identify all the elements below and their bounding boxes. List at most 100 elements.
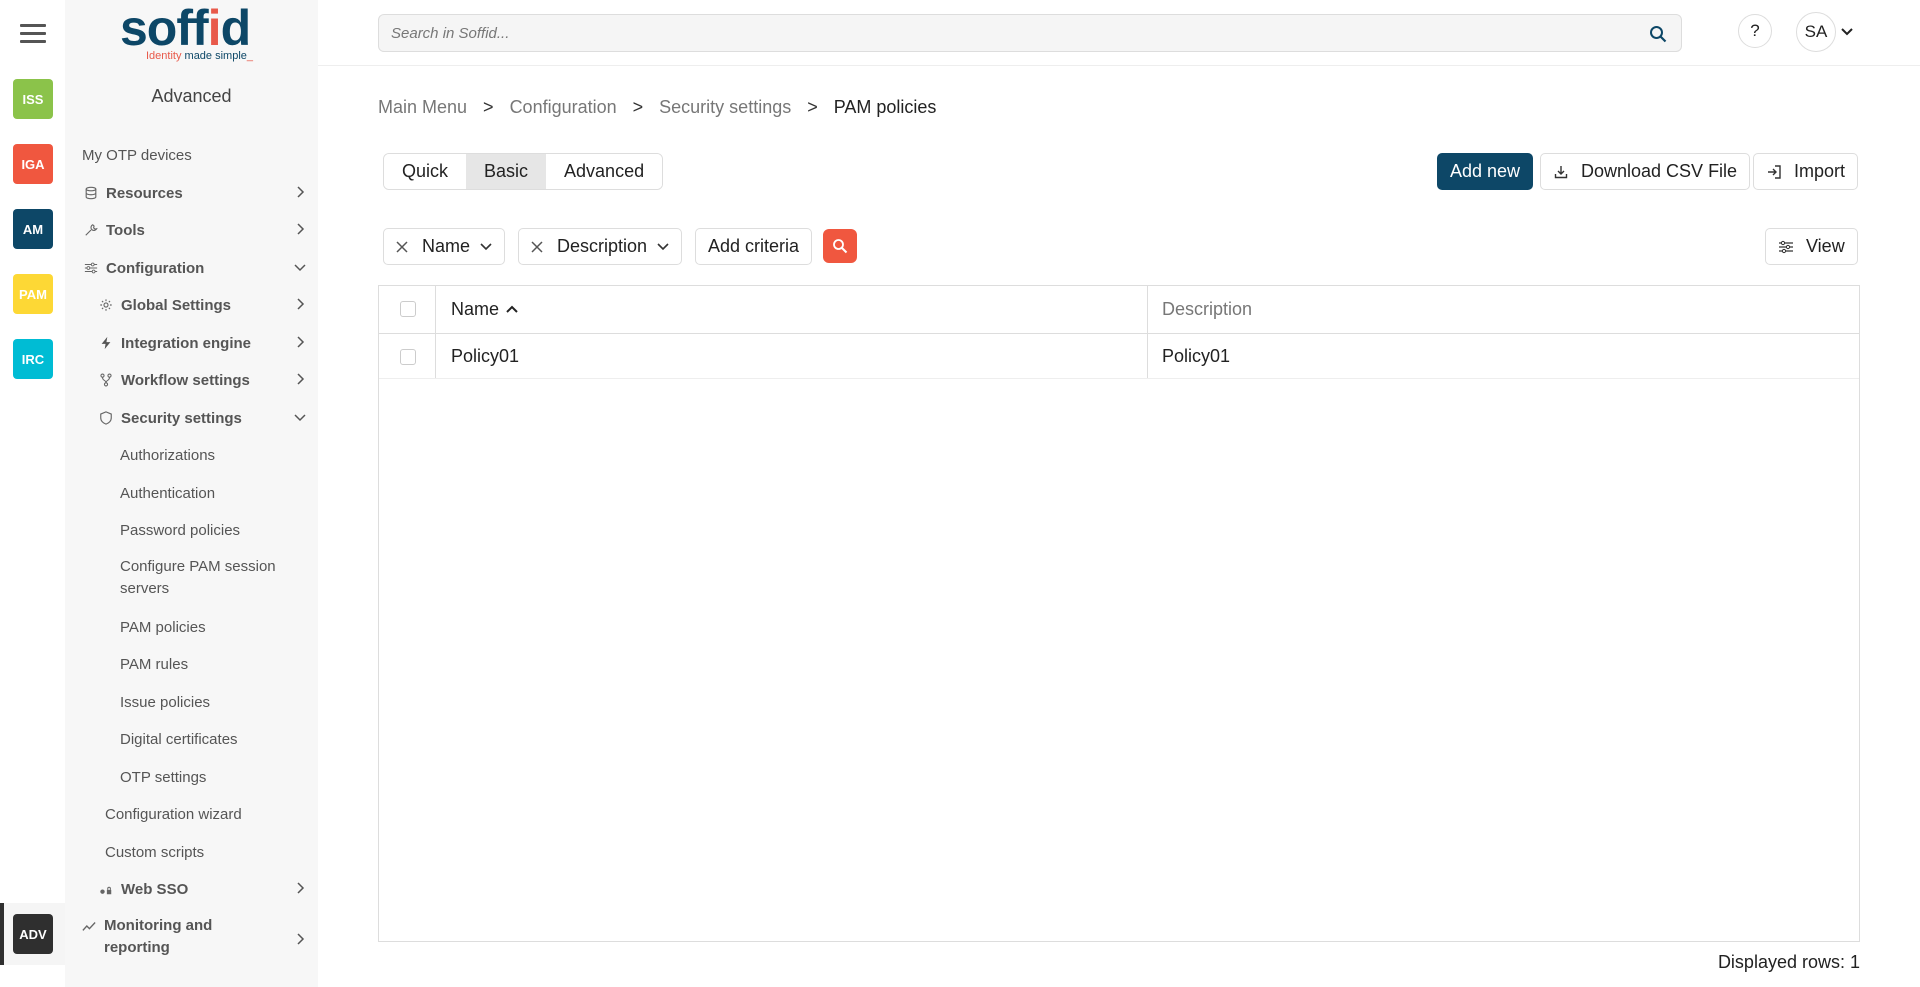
sidebar-item-label: Custom scripts — [105, 843, 205, 861]
select-all-checkbox[interactable] — [400, 301, 416, 317]
app-irc-button[interactable]: IRC — [13, 339, 53, 379]
search-mode-tabs: Quick Basic Advanced — [383, 153, 664, 190]
sidebar-item-label: Monitoring and reporting — [104, 917, 213, 956]
logo-text: soffid — [120, 0, 251, 56]
chevron-right-icon — [297, 298, 305, 310]
global-search — [378, 14, 1682, 52]
chevron-down-icon — [294, 264, 306, 272]
app-adv-button[interactable]: ADV — [13, 914, 53, 954]
row-select-cell — [400, 334, 416, 379]
sidebar-item-resources[interactable]: Resources — [65, 175, 318, 211]
sidebar-item-pam-session-servers[interactable]: Configure PAM session servers — [65, 556, 318, 604]
key-lock-icon — [100, 886, 112, 895]
close-icon[interactable] — [396, 240, 408, 253]
add-criteria-label: Add criteria — [708, 236, 800, 256]
menu-icon[interactable] — [20, 24, 46, 48]
sidebar-item-label: OTP settings — [120, 768, 207, 786]
search-icon — [833, 239, 848, 254]
sidebar-item-custom-scripts[interactable]: Custom scripts — [65, 834, 318, 870]
sidebar-item-configuration[interactable]: Configuration — [65, 250, 318, 286]
tab-quick[interactable]: Quick — [384, 154, 467, 189]
sidebar-item-label: Workflow settings — [121, 371, 250, 389]
sidebar-item-pam-rules[interactable]: PAM rules — [65, 646, 318, 682]
chevron-down-icon[interactable] — [1840, 26, 1854, 38]
sidebar-item-security-settings[interactable]: Security settings — [65, 400, 318, 436]
sidebar: soffid Identity made simple_ Advanced My… — [65, 0, 318, 987]
app-pam-button[interactable]: PAM — [13, 274, 53, 314]
sidebar-title: Advanced — [151, 86, 232, 106]
sidebar-item-label: Authorizations — [120, 446, 216, 464]
user-avatar[interactable]: SA — [1796, 12, 1836, 52]
shield-icon — [100, 411, 112, 425]
sidebar-item-label: Resources — [106, 184, 183, 202]
row-description-cell: Policy01 — [1162, 346, 1231, 366]
sidebar-item-issue-policies[interactable]: Issue policies — [65, 684, 318, 720]
download-csv-label: Download CSV File — [1581, 161, 1738, 181]
search-icon[interactable] — [1649, 25, 1667, 43]
app-iga-button[interactable]: IGA — [13, 144, 53, 184]
import-button[interactable]: Import — [1753, 153, 1859, 190]
sidebar-item-label: Tools — [106, 221, 145, 239]
sidebar-item-monitoring-reporting[interactable]: Monitoring and reporting — [65, 915, 318, 963]
help-button[interactable]: ? — [1738, 14, 1772, 48]
sidebar-item-authorizations[interactable]: Authorizations — [65, 437, 318, 473]
displayed-rows-count: Displayed rows: 1 — [1717, 952, 1860, 972]
sidebar-item-label: Integration engine — [121, 334, 252, 352]
sidebar-item-tools[interactable]: Tools — [65, 212, 318, 248]
breadcrumb-separator: > — [632, 97, 644, 117]
sidebar-item-global-settings[interactable]: Global Settings — [65, 287, 318, 323]
table-row[interactable]: Policy01 Policy01 — [379, 334, 1859, 379]
chevron-down-icon — [294, 414, 306, 422]
download-csv-button[interactable]: Download CSV File — [1540, 153, 1751, 190]
run-search-button[interactable] — [823, 229, 857, 263]
view-button[interactable]: View — [1765, 228, 1858, 265]
row-checkbox[interactable] — [400, 348, 416, 365]
breadcrumb-main-menu[interactable]: Main Menu — [378, 97, 467, 118]
filter-description-label: Description — [557, 236, 648, 256]
tab-advanced[interactable]: Advanced — [546, 154, 663, 189]
tab-basic[interactable]: Basic — [466, 154, 547, 189]
sidebar-item-digital-certificates[interactable]: Digital certificates — [65, 721, 318, 757]
sidebar-item-configuration-wizard[interactable]: Configuration wizard — [65, 796, 318, 832]
sidebar-item-my-otp-devices[interactable]: My OTP devices — [65, 137, 318, 173]
sidebar-item-label: Security settings — [121, 409, 242, 427]
add-new-button[interactable]: Add new — [1437, 153, 1534, 190]
sidebar-item-label: Authentication — [120, 484, 216, 502]
view-label: View — [1806, 236, 1845, 256]
add-criteria-button[interactable]: Add criteria — [695, 228, 813, 265]
sidebar-item-workflow-settings[interactable]: Workflow settings — [65, 362, 318, 398]
wrench-icon — [85, 224, 98, 236]
filter-name-chip[interactable]: Name — [383, 228, 506, 265]
app-iss-button[interactable]: ISS — [13, 79, 53, 119]
column-header-description[interactable]: Description — [1162, 286, 1252, 332]
chevron-right-icon — [297, 882, 305, 894]
breadcrumb-security-settings[interactable]: Security settings — [659, 97, 791, 118]
filter-name-label: Name — [422, 236, 471, 256]
sidebar-item-authentication[interactable]: Authentication — [65, 475, 318, 511]
column-header-name[interactable]: Name — [451, 286, 519, 332]
breadcrumb: Main Menu > Configuration > Security set… — [378, 97, 936, 118]
chevron-down-icon — [480, 242, 492, 250]
filter-description-chip[interactable]: Description — [518, 228, 683, 265]
close-icon[interactable] — [531, 240, 543, 253]
sidebar-item-pam-policies[interactable]: PAM policies — [65, 609, 318, 645]
breadcrumb-current: PAM policies — [833, 97, 937, 117]
sidebar-item-web-sso[interactable]: Web SSO — [65, 871, 318, 907]
sidebar-item-label: Web SSO — [121, 880, 189, 898]
sidebar-item-integration-engine[interactable]: Integration engine — [65, 325, 318, 361]
sliders-icon — [1779, 240, 1793, 253]
sidebar-item-password-policies[interactable]: Password policies — [65, 512, 318, 548]
chevron-right-icon — [297, 223, 305, 235]
table-header: Name Description — [379, 286, 1859, 334]
trend-icon — [82, 922, 96, 931]
sidebar-item-label: Digital certificates — [120, 730, 238, 748]
app-am-button[interactable]: AM — [13, 209, 53, 249]
chevron-down-icon — [657, 242, 669, 250]
soffid-logo[interactable]: soffid Identity made simple_ — [120, 0, 270, 66]
breadcrumb-configuration[interactable]: Configuration — [510, 97, 617, 118]
select-all-cell — [400, 286, 416, 332]
sidebar-item-label: PAM rules — [120, 655, 189, 673]
search-input[interactable] — [379, 15, 1619, 51]
sidebar-item-otp-settings[interactable]: OTP settings — [65, 759, 318, 795]
gear-icon — [100, 299, 112, 311]
